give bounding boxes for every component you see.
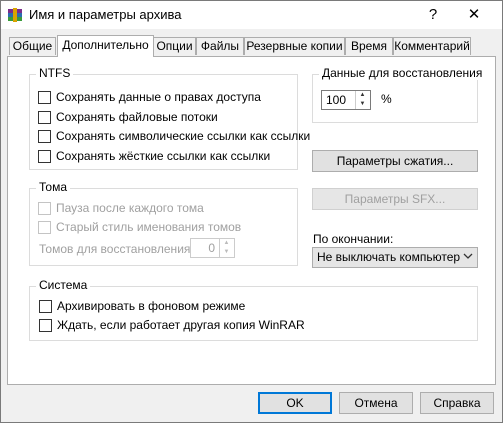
recovery-stepper[interactable]: 100 ▲ ▼ xyxy=(321,90,371,110)
checkbox[interactable] xyxy=(38,130,51,143)
window-title: Имя и параметры архива xyxy=(29,7,182,22)
ntfs-option-hardlinks[interactable]: Сохранять жёсткие ссылки как ссылки xyxy=(38,149,270,163)
volume-option-old-naming[interactable]: Старый стиль именования томов xyxy=(38,220,241,234)
option-label: Старый стиль именования томов xyxy=(56,220,242,234)
option-label: Сохранять символические ссылки как ссылк… xyxy=(56,129,311,143)
compression-settings-button[interactable]: Параметры сжатия... xyxy=(312,150,478,172)
ntfs-option-streams[interactable]: Сохранять файловые потоки xyxy=(38,110,218,124)
volume-option-pause[interactable]: Пауза после каждого тома xyxy=(38,201,204,215)
option-label: Пауза после каждого тома xyxy=(56,201,204,215)
tab-strip: Общие Дополнительно Опции Файлы Резервны… xyxy=(1,35,502,57)
ntfs-group: NTFS Сохранять данные о правах доступа С… xyxy=(29,66,310,170)
triangle-up-icon[interactable]: ▲ xyxy=(356,91,369,100)
checkbox[interactable] xyxy=(38,202,51,215)
option-label: Ждать, если работает другая копия WinRAR xyxy=(57,318,305,332)
winrar-icon xyxy=(7,7,23,23)
checkbox[interactable] xyxy=(38,150,51,163)
tab-comment[interactable]: Комментарий xyxy=(393,37,471,55)
archive-dialog: Имя и параметры архива ? ✕ Общие Дополни… xyxy=(0,0,503,423)
triangle-down-icon[interactable]: ▼ xyxy=(356,100,369,109)
recovery-volumes-stepper[interactable]: 0 ▲ ▼ xyxy=(190,238,235,258)
chevron-down-icon xyxy=(463,248,473,267)
system-option-background[interactable]: Архивировать в фоновом режиме xyxy=(39,299,245,313)
system-option-wait[interactable]: Ждать, если работает другая копия WinRAR xyxy=(39,318,305,332)
tab-backup[interactable]: Резервные копии xyxy=(244,37,345,55)
tab-general[interactable]: Общие xyxy=(9,37,56,55)
help-button[interactable]: Справка xyxy=(420,392,494,414)
recovery-group: Данные для восстановления 100 ▲ ▼ % xyxy=(312,66,486,123)
checkbox[interactable] xyxy=(39,319,52,332)
option-label: Сохранять жёсткие ссылки как ссылки xyxy=(56,149,271,163)
volumes-group: Тома Пауза после каждого тома Старый сти… xyxy=(29,180,298,266)
spin-buttons: ▲ ▼ xyxy=(355,91,370,109)
recovery-volumes-label: Томов для восстановления: xyxy=(39,242,194,256)
system-group-title: Система xyxy=(36,278,91,292)
on-finish-label: По окончании: xyxy=(313,232,394,246)
tab-advanced[interactable]: Дополнительно xyxy=(57,35,154,57)
close-button[interactable]: ✕ xyxy=(459,3,489,27)
ok-button[interactable]: OK xyxy=(258,392,332,414)
checkbox[interactable] xyxy=(38,111,51,124)
system-group: Система Архивировать в фоновом режиме Жд… xyxy=(29,278,478,341)
advanced-panel: NTFS Сохранять данные о правах доступа С… xyxy=(7,56,496,385)
ntfs-option-security[interactable]: Сохранять данные о правах доступа xyxy=(38,90,261,104)
checkbox[interactable] xyxy=(38,91,51,104)
help-title-button[interactable]: ? xyxy=(421,3,445,27)
volumes-group-title: Тома xyxy=(36,180,70,194)
checkbox[interactable] xyxy=(38,221,51,234)
recovery-value: 100 xyxy=(326,93,347,107)
spin-buttons: ▲ ▼ xyxy=(219,239,234,257)
option-label: Сохранять данные о правах доступа xyxy=(56,90,261,104)
tab-files[interactable]: Файлы xyxy=(196,37,244,55)
tab-time[interactable]: Время xyxy=(345,37,393,55)
tab-options[interactable]: Опции xyxy=(153,37,196,55)
recovery-group-title: Данные для восстановления xyxy=(319,66,486,80)
ntfs-group-title: NTFS xyxy=(36,66,74,80)
sfx-options-button[interactable]: Параметры SFX... xyxy=(312,188,478,210)
on-finish-dropdown[interactable]: Не выключать компьютер xyxy=(312,247,478,268)
on-finish-value: Не выключать компьютер xyxy=(317,250,461,264)
triangle-down-icon[interactable]: ▼ xyxy=(220,248,233,257)
checkbox[interactable] xyxy=(39,300,52,313)
cancel-button[interactable]: Отмена xyxy=(339,392,413,414)
option-label: Архивировать в фоновом режиме xyxy=(57,299,246,313)
recovery-unit: % xyxy=(381,92,392,106)
option-label: Сохранять файловые потоки xyxy=(56,110,218,124)
ntfs-option-symlinks[interactable]: Сохранять символические ссылки как ссылк… xyxy=(38,129,310,143)
title-bar: Имя и параметры архива ? ✕ xyxy=(1,1,502,29)
triangle-up-icon[interactable]: ▲ xyxy=(220,239,233,248)
recovery-volumes-value: 0 xyxy=(208,241,215,255)
